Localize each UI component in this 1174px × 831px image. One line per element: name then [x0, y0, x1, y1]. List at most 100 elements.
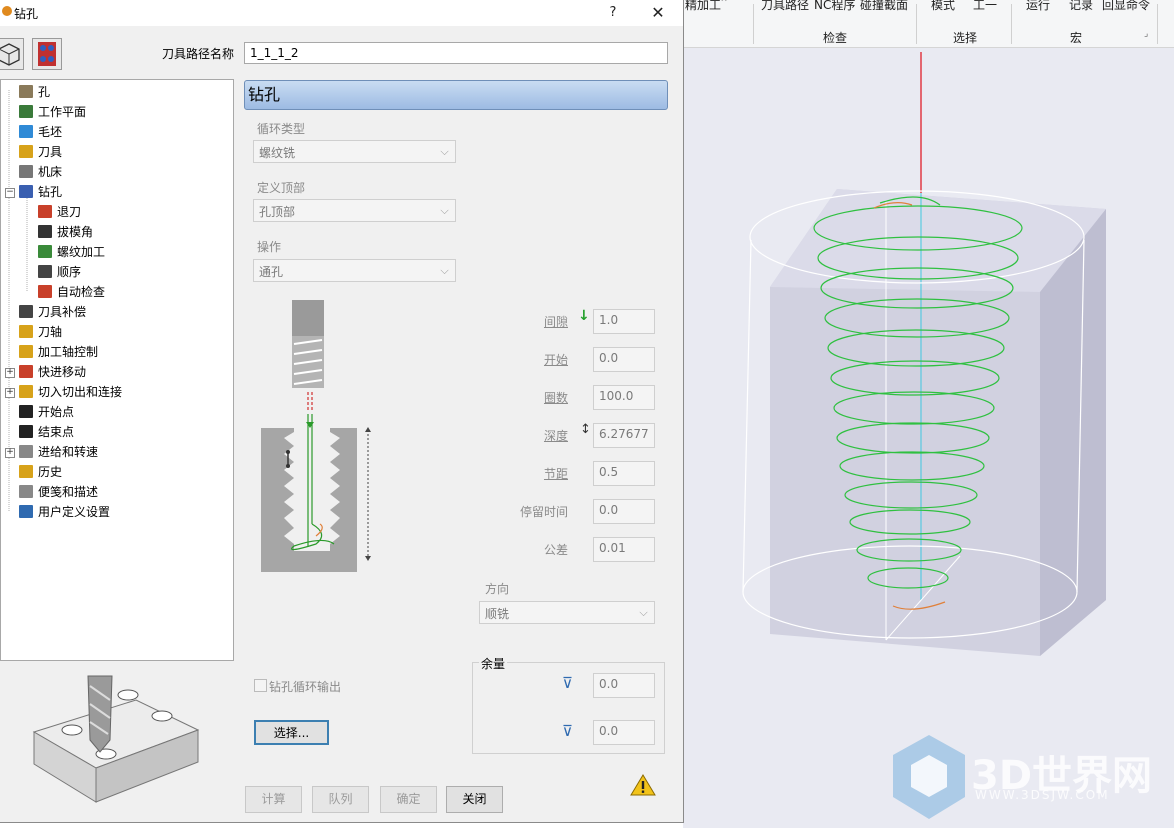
tree-item-notes[interactable]: 便笺和描述: [19, 483, 98, 501]
tree-item-label: 拔模角: [57, 225, 94, 239]
cycle-type-select[interactable]: 螺纹铣 ⌵: [253, 140, 456, 163]
strategy-preview-button[interactable]: [0, 38, 24, 70]
tree-item-order[interactable]: 顺序: [38, 263, 81, 281]
tree-item-rapid-move[interactable]: 快进移动: [19, 363, 86, 381]
param-label: 停留时间: [519, 505, 568, 519]
close-button[interactable]: 关闭: [446, 786, 503, 813]
draft-angle-icon: [38, 225, 52, 238]
tree-item-thread[interactable]: 螺纹加工: [38, 243, 105, 261]
param-input[interactable]: 0.0: [593, 499, 655, 524]
ribbon-item-tool[interactable]: 工一: [973, 0, 997, 13]
ribbon-item-echo[interactable]: 回显命令: [1102, 0, 1150, 13]
tree-expander[interactable]: +: [5, 368, 15, 378]
chevron-down-icon: ⌵: [639, 606, 648, 619]
tree-item-retract[interactable]: 退刀: [38, 203, 81, 221]
ribbon-item-run[interactable]: 运行: [1026, 0, 1050, 13]
calculate-button[interactable]: 计算: [245, 786, 302, 813]
tree-item-history[interactable]: 历史: [19, 463, 62, 481]
user-settings-icon: [19, 505, 33, 518]
notes-icon: [19, 485, 33, 498]
tree-item-leads-links[interactable]: 切入切出和连接: [19, 383, 122, 401]
tree-item-label: 用户定义设置: [38, 505, 111, 519]
section-header: 钻孔: [244, 80, 668, 110]
tree-item-label: 刀具: [38, 145, 63, 159]
drill-icon: [19, 185, 33, 198]
tree-item-label: 螺纹加工: [57, 245, 106, 259]
param-input[interactable]: 0.01: [593, 537, 655, 562]
tree-expander[interactable]: +: [5, 448, 15, 458]
direction-select[interactable]: 顺铣 ⌵: [479, 601, 655, 624]
direction-value: 顺铣: [485, 607, 510, 621]
queue-button[interactable]: 队列: [312, 786, 369, 813]
ribbon-separator: [1011, 4, 1012, 44]
ribbon-separator: [753, 4, 754, 44]
tree-item-label: 孔: [38, 85, 51, 99]
tree-item-hole[interactable]: 孔: [19, 83, 50, 101]
define-top-label: 定义顶部: [257, 181, 306, 195]
help-button[interactable]: ?: [598, 2, 628, 24]
ribbon-item-mode[interactable]: 模式: [931, 0, 955, 13]
param-input[interactable]: 0.5: [593, 461, 655, 486]
ribbon-item-record[interactable]: 记录: [1069, 0, 1093, 13]
path-name-input[interactable]: 1_1_1_2: [244, 42, 668, 64]
close-window-button[interactable]: ✕: [643, 2, 673, 24]
param-input[interactable]: 100.0: [593, 385, 655, 410]
tree-item-start-point[interactable]: 开始点: [19, 403, 74, 421]
tree-expander[interactable]: +: [5, 388, 15, 398]
param-label: 公差: [543, 543, 568, 557]
ribbon-separator: [1157, 4, 1158, 44]
tool-comp-icon: [19, 305, 33, 318]
hole-feature-button[interactable]: [32, 38, 62, 70]
tree-expander[interactable]: −: [5, 188, 15, 198]
tree-item-machine[interactable]: 机床: [19, 163, 62, 181]
retract-icon: [38, 205, 52, 218]
tree-item-tool[interactable]: 刀具: [19, 143, 62, 161]
ribbon-item-collision[interactable]: 碰撞截面: [860, 0, 908, 13]
radial-allowance-input[interactable]: 0.0: [593, 673, 655, 698]
thread-mill-diagram: [261, 300, 371, 572]
ribbon-item-finishing[interactable]: 精加工: [685, 0, 721, 13]
tool-icon: [19, 145, 33, 158]
ribbon-item-nc-program[interactable]: NC程序: [814, 0, 855, 13]
ok-button[interactable]: 确定: [380, 786, 437, 813]
depth-arrows-icon: ↕: [580, 422, 591, 437]
param-input[interactable]: 1.0: [593, 309, 655, 334]
title-bar: 钻孔 ? ✕: [0, 0, 683, 26]
tree-item-feeds-speeds[interactable]: 进给和转速: [19, 443, 98, 461]
ribbon-item-toolpath[interactable]: 刀具路径: [761, 0, 809, 13]
tree-item-label: 结束点: [38, 425, 75, 439]
warning-icon[interactable]: [630, 773, 656, 797]
expand-icon[interactable]: ⌟: [1144, 29, 1148, 39]
param-label[interactable]: 开始: [544, 351, 568, 368]
axial-allowance-input[interactable]: 0.0: [593, 720, 655, 745]
cycle-type-value: 螺纹铣: [259, 146, 296, 160]
define-top-select[interactable]: 孔顶部 ⌵: [253, 199, 456, 222]
cube-logo-icon: [893, 735, 965, 819]
tree-item-draft-angle[interactable]: 拔模角: [38, 223, 93, 241]
tree-item-drill[interactable]: 钻孔: [19, 183, 62, 201]
tree-item-axis-control[interactable]: 加工轴控制: [19, 343, 98, 361]
tree-item-end-point[interactable]: 结束点: [19, 423, 74, 441]
hole-icon: [19, 85, 33, 98]
define-top-value: 孔顶部: [259, 205, 296, 219]
param-input[interactable]: 0.0: [593, 347, 655, 372]
param-label[interactable]: 间隙: [544, 313, 568, 330]
param-label[interactable]: 圈数: [544, 389, 568, 406]
operation-select[interactable]: 通孔 ⌵: [253, 259, 456, 282]
ribbon-separator: [916, 4, 917, 44]
tree-item-auto-check[interactable]: 自动检查: [38, 283, 105, 301]
tree-item-tool-axis[interactable]: 刀轴: [19, 323, 62, 341]
3d-viewport[interactable]: 3D世界网 WWW.3DSJW.COM: [683, 48, 1174, 828]
thread-mill-preview: [742, 52, 1106, 656]
tree-item-tool-comp[interactable]: 刀具补偿: [19, 303, 86, 321]
start-point-icon: [19, 405, 33, 418]
param-label[interactable]: 深度: [544, 427, 568, 444]
select-button[interactable]: 选择...: [254, 720, 329, 745]
tree-item-workplane[interactable]: 工作平面: [19, 103, 86, 121]
drill-cycle-output-checkbox[interactable]: [254, 679, 267, 692]
param-input[interactable]: 6.27677: [593, 423, 655, 448]
tool-axis-icon: [19, 325, 33, 338]
tree-item-block[interactable]: 毛坯: [19, 123, 62, 141]
param-label[interactable]: 节距: [544, 465, 568, 482]
tree-item-user-settings[interactable]: 用户定义设置: [19, 503, 110, 521]
